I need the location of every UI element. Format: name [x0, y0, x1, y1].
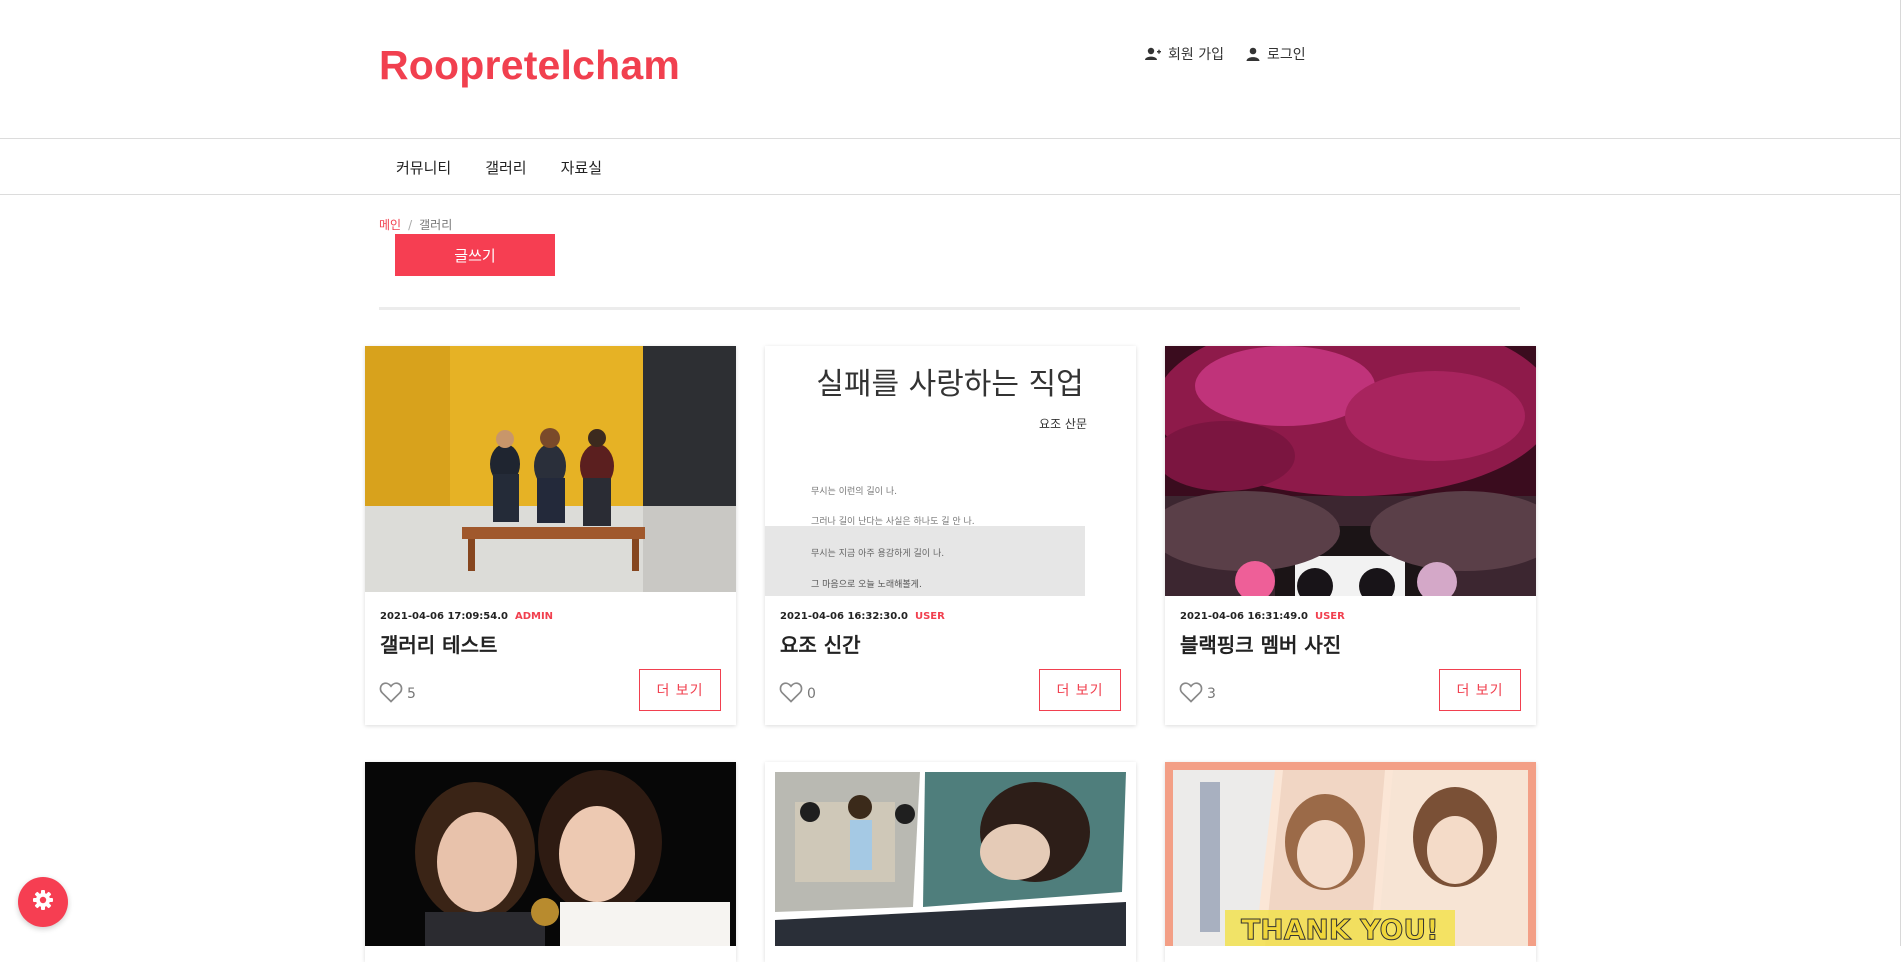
post-title[interactable]: 블랙핑크 멤버 사진 — [1180, 629, 1341, 658]
view-more-button[interactable]: 더 보기 — [639, 669, 721, 711]
user-icon — [1246, 47, 1260, 61]
post-title[interactable]: 갤러리 테스트 — [380, 629, 497, 658]
post-author-role: USER — [1314, 611, 1345, 622]
like-button[interactable]: 3 — [1179, 681, 1216, 707]
book-cover-line: 무시는 지금 아주 용감하게 길이 나. — [811, 547, 944, 559]
signup-link[interactable]: 회원 가입 — [1145, 44, 1224, 64]
post-date: 2021-04-06 16:31:49.0 — [1180, 611, 1308, 622]
heart-icon — [379, 681, 403, 707]
section-divider — [379, 307, 1520, 310]
post-meta: 2021-04-06 16:32:30.0 USER — [780, 611, 945, 622]
like-count: 5 — [407, 686, 416, 702]
site-header: Roopretelcham 회원 가입 로그인 — [0, 0, 1900, 139]
poster-text: THANK YOU! — [1241, 913, 1439, 946]
settings-button[interactable] — [18, 877, 68, 927]
nav-item-gallery[interactable]: 갤러리 — [485, 157, 526, 178]
user-links: 회원 가입 로그인 — [1145, 44, 1306, 64]
book-cover-title: 실패를 사랑하는 직업 — [816, 367, 1083, 402]
main-nav: 커뮤니티 갤러리 자료실 — [0, 138, 1900, 195]
heart-icon — [779, 681, 803, 707]
post-date: 2021-04-06 16:32:30.0 — [780, 611, 908, 622]
breadcrumb: 메인 / 갤러리 — [379, 216, 452, 233]
gallery-card-image[interactable] — [365, 346, 736, 592]
nav-item-archive[interactable]: 자료실 — [561, 157, 602, 178]
gallery-card: 2021-04-06 16:31:49.0 USER 블랙핑크 멤버 사진 3 더… — [1165, 346, 1536, 725]
post-date: 2021-04-06 17:09:54.0 — [380, 611, 508, 622]
breadcrumb-separator: / — [408, 218, 413, 232]
post-meta: 2021-04-06 17:09:54.0 ADMIN — [380, 611, 553, 622]
gallery-card-image[interactable] — [1165, 346, 1536, 596]
user-plus-icon — [1145, 47, 1161, 61]
breadcrumb-home-link[interactable]: 메인 — [379, 218, 401, 232]
gallery-card — [765, 762, 1136, 962]
nav-item-community[interactable]: 커뮤니티 — [396, 157, 451, 178]
write-post-button[interactable]: 글쓰기 — [395, 234, 555, 276]
login-link[interactable]: 로그인 — [1246, 44, 1306, 64]
gallery-card-image[interactable]: THANK YOU! — [1165, 762, 1536, 946]
gear-icon — [32, 889, 54, 915]
signup-label: 회원 가입 — [1168, 47, 1224, 63]
book-cover-line: 무시는 이런의 길이 나. — [811, 486, 897, 497]
gallery-card-image[interactable] — [765, 762, 1136, 946]
like-button[interactable]: 5 — [379, 681, 416, 707]
book-cover-author: 요조 산문 — [1039, 417, 1087, 431]
site-logo[interactable]: Roopretelcham — [379, 42, 680, 89]
post-title[interactable]: 요조 신간 — [780, 629, 861, 658]
gallery-card: 2021-04-06 17:09:54.0 ADMIN 갤러리 테스트 5 더 보… — [365, 346, 736, 725]
login-label: 로그인 — [1266, 47, 1306, 63]
gallery-card-image[interactable]: 실패를 사랑하는 직업 요조 산문 무시는 이런의 길이 나. 그러나 길이 난… — [765, 346, 1136, 596]
heart-icon — [1179, 681, 1203, 707]
post-meta: 2021-04-06 16:31:49.0 USER — [1180, 611, 1345, 622]
gallery-card-image[interactable] — [365, 762, 736, 946]
gallery-card — [365, 762, 736, 962]
view-more-button[interactable]: 더 보기 — [1439, 669, 1521, 711]
like-count: 0 — [807, 686, 816, 702]
view-more-button[interactable]: 더 보기 — [1039, 669, 1121, 711]
gallery-card: THANK YOU! — [1165, 762, 1536, 962]
like-button[interactable]: 0 — [779, 681, 816, 707]
post-author-role: USER — [914, 611, 945, 622]
book-cover-line: 그 마음으로 오늘 노래해볼게. — [811, 579, 922, 590]
breadcrumb-current: 갤러리 — [419, 218, 453, 232]
book-cover-line: 그러나 길이 난다는 사실은 하나도 길 안 나. — [811, 516, 975, 527]
like-count: 3 — [1207, 686, 1216, 702]
page-edge-rule — [1900, 0, 1901, 946]
post-author-role: ADMIN — [514, 611, 554, 622]
gallery-card: 실패를 사랑하는 직업 요조 산문 무시는 이런의 길이 나. 그러나 길이 난… — [765, 346, 1136, 725]
